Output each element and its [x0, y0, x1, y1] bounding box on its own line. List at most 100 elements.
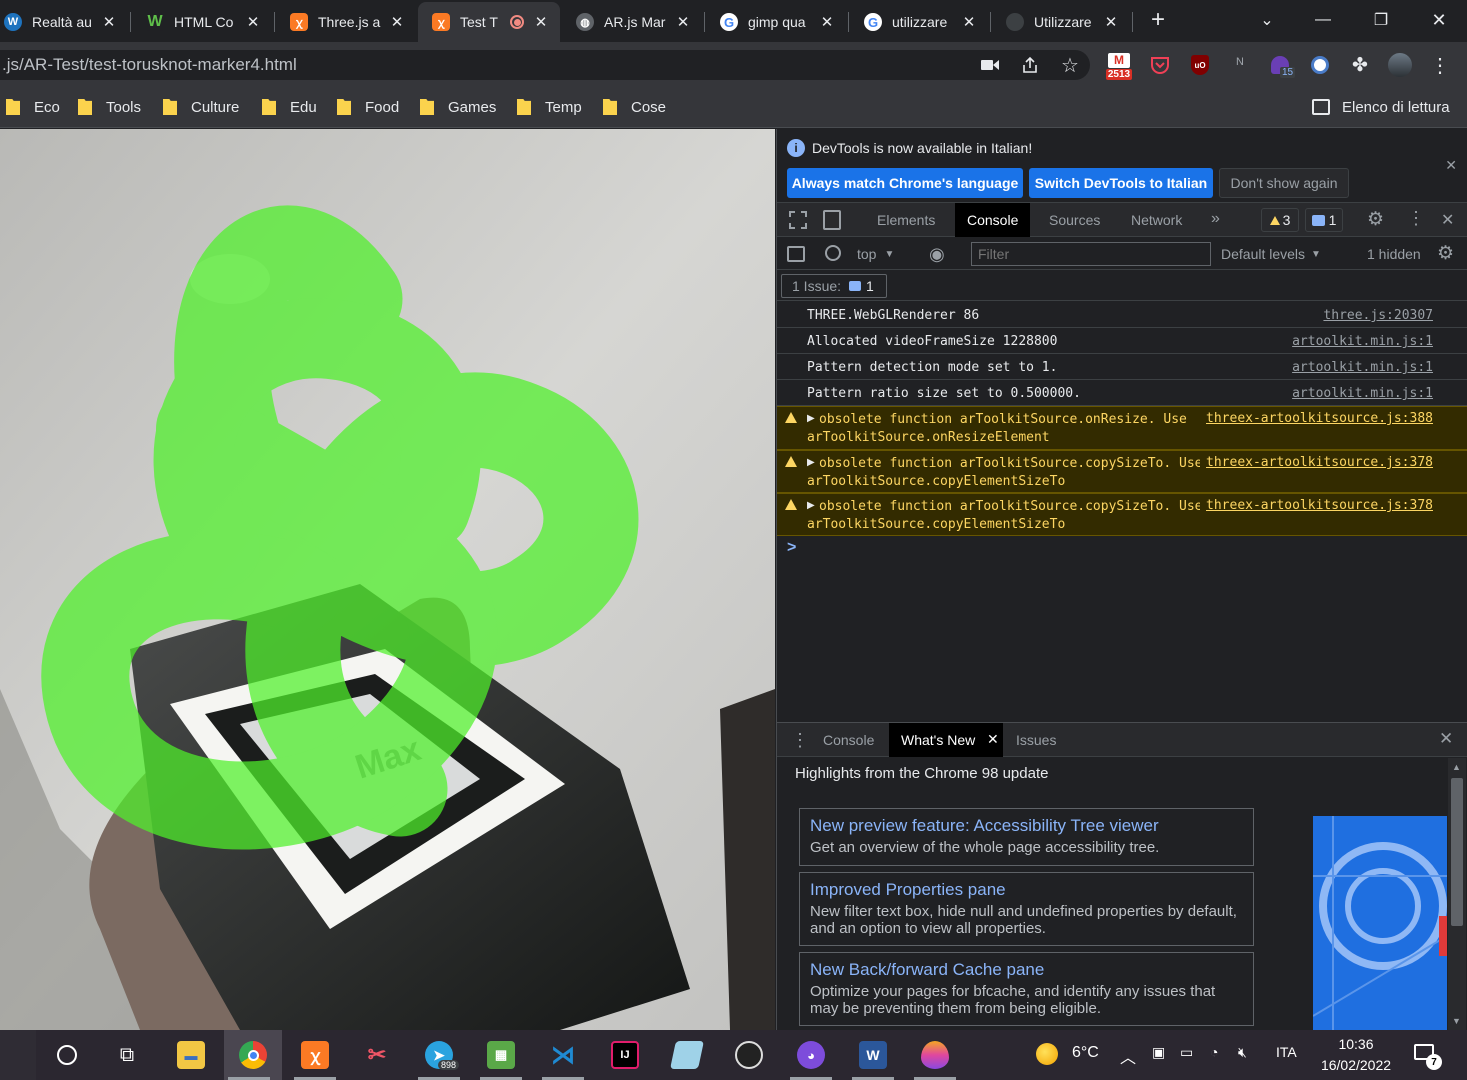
tab-console[interactable]: Console [955, 203, 1031, 237]
wizard-extension-icon[interactable]: 15 [1268, 53, 1296, 78]
tab-network[interactable]: Network [1119, 203, 1194, 237]
log-source-link[interactable]: threex-artoolkitsource.js:378 [1200, 455, 1433, 470]
camera-icon[interactable] [978, 53, 1002, 77]
pocket-icon[interactable] [1148, 53, 1172, 77]
whats-new-card[interactable]: New Back/forward Cache pane Optimize you… [799, 952, 1254, 1026]
bookmark-folder-eco[interactable]: Eco [6, 96, 60, 118]
bookmark-folder-tools[interactable]: Tools [78, 96, 141, 118]
tab-html[interactable]: W HTML Co ✕ [132, 4, 272, 40]
live-expression-eye-icon[interactable]: ◉ [929, 244, 945, 265]
volume-muted-icon[interactable]: 🔇︎ [1238, 1044, 1247, 1061]
taskbar-app[interactable]: ▬ [166, 1030, 216, 1080]
console-warning-row[interactable]: ▶ obsolete function arToolkitSource.copy… [777, 493, 1467, 536]
taskbar-app[interactable] [662, 1030, 712, 1080]
bookmark-folder-games[interactable]: Games [420, 96, 496, 118]
console-warning-row[interactable]: ▶ obsolete function arToolkitSource.copy… [777, 450, 1467, 493]
scroll-up-icon[interactable]: ▲ [1452, 762, 1461, 772]
start-button[interactable] [0, 1030, 36, 1080]
messages-counter[interactable]: 1 [1305, 208, 1343, 232]
task-view-button[interactable]: ⧉ [102, 1030, 152, 1080]
issues-button[interactable]: 1 Issue: 1 [781, 274, 887, 298]
close-icon[interactable]: ✕ [818, 13, 836, 31]
log-source-link[interactable]: artoolkit.min.js:1 [1292, 334, 1433, 349]
minimize-icon[interactable]: — [1308, 6, 1338, 34]
bookmark-star-icon[interactable]: ☆ [1058, 53, 1082, 77]
close-drawer-icon[interactable]: ✕ [1439, 729, 1453, 749]
translate-extension-icon[interactable]: ᴺ [1228, 53, 1252, 77]
close-tab-icon[interactable]: ✕ [987, 731, 999, 748]
battery-icon[interactable]: ▭ [1180, 1044, 1193, 1061]
drawer-scrollbar[interactable]: ▲ ▼ [1448, 758, 1466, 1030]
weather-sun-icon[interactable] [1036, 1043, 1058, 1065]
tab-realta[interactable]: W Realtà au ✕ [0, 4, 128, 40]
ublock-icon[interactable]: uO [1188, 53, 1212, 77]
search-button[interactable] [42, 1030, 92, 1080]
gmail-extension-icon[interactable]: M 2513 [1104, 48, 1134, 84]
speed-extension-icon[interactable] [1308, 53, 1332, 77]
tab-threejs[interactable]: ꭓ Three.js a ✕ [276, 4, 416, 40]
clock[interactable]: 10:36 16/02/2022 [1316, 1034, 1396, 1076]
log-levels-dropdown[interactable]: Default levels ▼ [1221, 238, 1321, 270]
tray-chevron-icon[interactable]: ︿ [1120, 1044, 1136, 1068]
log-source-link[interactable]: threex-artoolkitsource.js:378 [1200, 498, 1433, 513]
dont-show-again-button[interactable]: Don't show again [1219, 168, 1349, 198]
context-selector[interactable]: top ▼ [857, 238, 894, 270]
tab-utilizzare-1[interactable]: G utilizzare ✕ [850, 4, 988, 40]
bookmark-folder-culture[interactable]: Culture [163, 96, 239, 118]
tab-elements[interactable]: Elements [865, 203, 947, 237]
taskbar-app[interactable]: ✂ [352, 1030, 402, 1080]
input-language[interactable]: ITA [1276, 1044, 1297, 1060]
tab-gimp[interactable]: G gimp qua ✕ [706, 4, 846, 40]
drawer-tab-console[interactable]: Console [811, 723, 886, 757]
restore-icon[interactable]: ❐ [1366, 6, 1396, 34]
close-icon[interactable]: ✕ [532, 13, 550, 31]
sidebar-toggle-icon[interactable] [787, 246, 805, 262]
ar-camera-viewport[interactable]: Max [0, 129, 775, 1030]
close-banner-icon[interactable]: ✕ [1445, 157, 1457, 174]
console-settings-gear-icon[interactable]: ⚙ [1437, 242, 1454, 265]
taskbar-app[interactable]: IJ [600, 1030, 650, 1080]
close-icon[interactable]: ✕ [388, 13, 406, 31]
device-toolbar-icon[interactable] [823, 210, 841, 230]
console-warning-row[interactable]: ▶ obsolete function arToolkitSource.onRe… [777, 406, 1467, 450]
more-tabs-icon[interactable]: » [1211, 210, 1220, 228]
whats-new-card[interactable]: New preview feature: Accessibility Tree … [799, 808, 1254, 866]
switch-to-italian-button[interactable]: Switch DevTools to Italian [1029, 168, 1213, 198]
close-window-icon[interactable]: ✕ [1424, 6, 1454, 34]
weather-temperature[interactable]: 6°C [1072, 1044, 1099, 1062]
close-icon[interactable]: ✕ [244, 13, 262, 31]
close-devtools-icon[interactable]: ✕ [1441, 210, 1454, 230]
settings-gear-icon[interactable]: ⚙ [1367, 208, 1384, 231]
clear-console-icon[interactable] [825, 245, 841, 261]
tab-sources[interactable]: Sources [1037, 203, 1112, 237]
tab-search-icon[interactable]: ⌄ [1252, 6, 1282, 34]
address-bar[interactable]: .js/AR-Test/test-torusknot-marker4.html [0, 50, 1090, 80]
drawer-tab-issues[interactable]: Issues [1004, 723, 1068, 757]
log-source-link[interactable]: artoolkit.min.js:1 [1292, 360, 1433, 375]
share-icon[interactable] [1018, 53, 1042, 77]
close-icon[interactable]: ✕ [1102, 13, 1120, 31]
bookmark-folder-temp[interactable]: Temp [517, 96, 582, 118]
bookmark-folder-cose[interactable]: Cose [603, 96, 666, 118]
inspect-element-icon[interactable] [789, 211, 807, 229]
always-match-language-button[interactable]: Always match Chrome's language [787, 168, 1023, 198]
taskbar-app[interactable]: ⋊ [538, 1030, 588, 1080]
tab-utilizzare-2[interactable]: Utilizzare ✕ [992, 4, 1130, 40]
taskbar-app[interactable]: ꭓ [290, 1030, 340, 1080]
close-icon[interactable]: ✕ [960, 13, 978, 31]
meet-now-icon[interactable]: ▣ [1152, 1044, 1165, 1061]
log-source-link[interactable]: three.js:20307 [1323, 308, 1433, 323]
log-source-link[interactable]: threex-artoolkitsource.js:388 [1200, 411, 1433, 426]
taskbar-app[interactable]: ◕ [786, 1030, 836, 1080]
bookmark-folder-edu[interactable]: Edu [262, 96, 317, 118]
bookmark-folder-food[interactable]: Food [337, 96, 399, 118]
tab-test[interactable]: ꭓ Test T ✕ [418, 2, 560, 42]
warnings-counter[interactable]: 3 [1261, 208, 1299, 232]
menu-kebab-icon[interactable]: ⋮ [1428, 53, 1452, 77]
console-filter-input[interactable] [971, 242, 1211, 266]
taskbar-app[interactable] [910, 1030, 960, 1080]
close-icon[interactable]: ✕ [674, 13, 692, 31]
taskbar-app[interactable]: ➤ 898 [414, 1030, 464, 1080]
drawer-menu-icon[interactable]: ⋮ [791, 730, 809, 751]
new-tab-button[interactable]: + [1143, 6, 1173, 34]
